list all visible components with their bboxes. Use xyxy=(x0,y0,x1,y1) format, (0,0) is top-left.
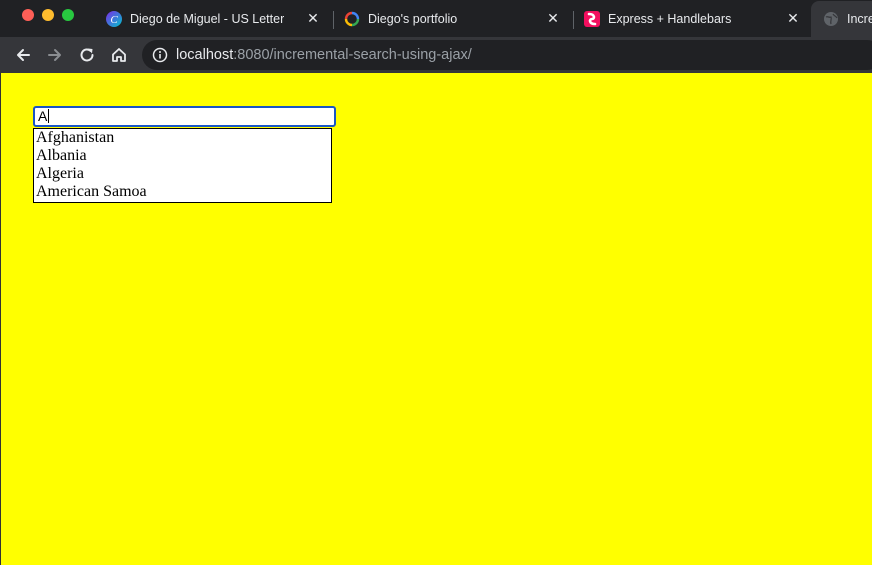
tab-separator xyxy=(333,11,334,29)
close-tab-icon[interactable]: ✕ xyxy=(306,11,320,25)
suggestion-item[interactable]: American Samoa xyxy=(34,183,331,201)
globe-icon xyxy=(823,11,839,27)
back-button[interactable] xyxy=(11,43,35,67)
window-border xyxy=(0,73,1,565)
close-window-button[interactable] xyxy=(22,9,34,21)
home-icon xyxy=(112,48,126,62)
tab-separator xyxy=(573,11,574,29)
arrow-left-icon xyxy=(17,49,30,61)
close-tab-icon[interactable]: ✕ xyxy=(546,11,560,25)
suggestion-list: Afghanistan Albania Algeria American Sam… xyxy=(33,128,332,203)
tab-title: Incre xyxy=(847,12,872,26)
info-icon[interactable] xyxy=(152,47,168,63)
url-text: localhost:8080/incremental-search-using-… xyxy=(176,47,472,63)
page-content: A Afghanistan Albania Algeria American S… xyxy=(0,73,872,565)
forward-button[interactable] xyxy=(43,43,67,67)
close-tab-icon[interactable]: ✕ xyxy=(786,11,800,25)
maximize-window-button[interactable] xyxy=(62,9,74,21)
suggestion-item[interactable]: Albania xyxy=(34,147,331,165)
handlebars-icon xyxy=(584,10,600,27)
browser-toolbar: localhost:8080/incremental-search-using-… xyxy=(0,37,872,73)
url-host: localhost xyxy=(176,47,234,63)
url-path: :8080/incremental-search-using-ajax/ xyxy=(233,47,472,63)
tab-title: Express + Handlebars xyxy=(608,11,732,26)
loading-spinner-icon xyxy=(344,11,360,27)
suggestion-item[interactable]: Algeria xyxy=(34,165,331,183)
address-bar[interactable]: localhost:8080/incremental-search-using-… xyxy=(142,40,872,70)
tab-portfolio[interactable]: Diego's portfolio ✕ xyxy=(344,4,568,33)
reload-button[interactable] xyxy=(75,43,99,67)
reload-icon xyxy=(80,48,94,62)
arrow-right-icon xyxy=(48,49,61,61)
tab-title: Diego de Miguel - US Letter xyxy=(130,11,285,26)
minimize-window-button[interactable] xyxy=(42,9,54,21)
search-input[interactable]: A xyxy=(33,106,336,127)
tab-canva[interactable]: C Diego de Miguel - US Letter ✕ xyxy=(106,4,328,33)
svg-text:C: C xyxy=(110,14,118,26)
tab-strip: C Diego de Miguel - US Letter ✕ Diego's … xyxy=(0,0,872,37)
tab-title: Diego's portfolio xyxy=(368,11,458,26)
suggestion-item[interactable]: Afghanistan xyxy=(34,129,331,147)
canva-icon: C xyxy=(106,10,122,27)
tab-incremental-search[interactable]: Incre xyxy=(811,1,872,37)
text-caret xyxy=(48,109,50,123)
search-input-value: A xyxy=(38,108,48,124)
home-button[interactable] xyxy=(107,43,131,67)
tab-express-handlebars[interactable]: Express + Handlebars ✕ xyxy=(584,4,808,33)
